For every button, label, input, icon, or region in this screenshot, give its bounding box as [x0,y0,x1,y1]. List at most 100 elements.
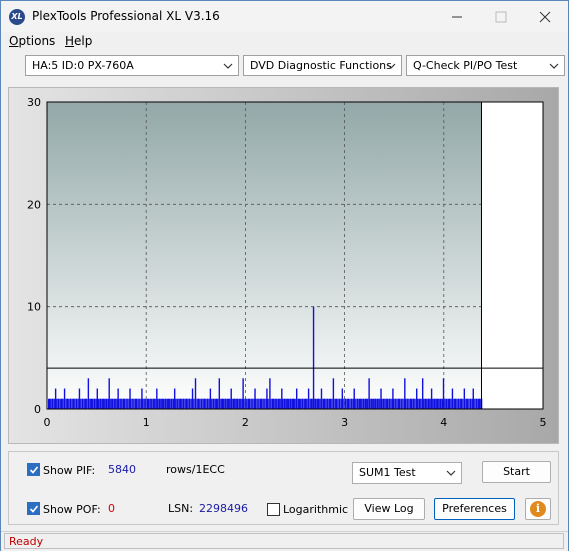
pi-bar-baseline [390,398,392,409]
pi-bar-baseline [343,398,345,409]
pi-bar-baseline [112,398,114,409]
pi-bar-baseline [276,398,278,409]
pi-bar-baseline [462,398,464,409]
pi-bar-baseline [418,398,420,409]
pi-bar-baseline [381,398,383,409]
pi-bar-baseline [458,398,460,409]
pi-bar-baseline [67,398,69,409]
pi-bar-baseline [358,398,360,409]
pi-bar-baseline [314,398,316,409]
show-pof-checkbox[interactable] [27,502,40,515]
pi-bar-baseline [412,398,414,409]
menu-options-rest: ptions [18,34,56,48]
pi-bar-baseline [159,398,161,409]
status-bar: Ready [1,531,568,551]
close-button[interactable] [525,5,565,27]
pi-bar-baseline [309,398,311,409]
pi-bar-baseline [352,398,354,409]
view-log-button-label: View Log [364,502,414,515]
pi-bar-baseline [111,398,113,409]
info-button[interactable]: i [525,498,551,520]
pi-bar-baseline [139,398,141,409]
test-select[interactable]: Q-Check PI/PO Test [406,55,565,76]
pi-bar-baseline [243,398,245,409]
pi-bar-baseline [239,398,241,409]
pi-bar-baseline [94,398,96,409]
pi-bar-baseline [294,398,296,409]
checkmark-icon [29,505,39,513]
pi-bar-baseline [87,398,89,409]
pi-bar-baseline [163,398,165,409]
checkmark-icon [29,466,39,474]
pi-bar-baseline [415,398,417,409]
pi-bar-baseline [271,398,273,409]
pi-bar-baseline [153,398,155,409]
pi-bar-baseline [253,398,255,409]
pi-bar-baseline [234,398,236,409]
pi-bar-baseline [184,398,186,409]
chevron-down-icon [549,63,559,69]
pi-bar-baseline [106,398,108,409]
pi-bar-baseline [389,398,391,409]
pi-bar-baseline [103,398,105,409]
pi-bar-baseline [325,398,327,409]
pi-bar-baseline [65,398,67,409]
pi-bar-baseline [334,398,336,409]
pi-bar-baseline [143,398,145,409]
pi-bar-baseline [257,398,259,409]
minimize-button[interactable] [437,5,477,27]
pi-bar-baseline [383,398,385,409]
pi-bar-baseline [249,398,251,409]
menu-help[interactable]: Help [65,34,92,48]
pi-bar-baseline [247,398,249,409]
pi-bar-baseline [133,398,135,409]
pi-bar-baseline [289,398,291,409]
pi-bar-baseline [108,398,110,409]
pi-bar-baseline [397,398,399,409]
pi-bar-baseline [463,398,465,409]
show-pif-checkbox[interactable] [27,463,40,476]
pi-bar-baseline [63,398,65,409]
pi-bar-baseline [469,398,471,409]
pif-value: 5840 [108,463,136,476]
logarithmic-checkbox[interactable] [267,503,280,516]
pi-bar-baseline [180,398,182,409]
x-tick-label: 3 [341,416,348,429]
pi-bar-baseline [465,398,467,409]
view-log-button[interactable]: View Log [353,498,425,520]
menu-options[interactable]: Options [9,34,55,48]
pi-bar-baseline [403,398,405,409]
pi-bar-baseline [56,398,58,409]
pi-bar-baseline [162,398,164,409]
pi-bar-baseline [137,398,139,409]
pi-bar-baseline [438,398,440,409]
pi-bar-baseline [268,398,270,409]
start-button[interactable]: Start [482,461,551,483]
pi-bar-baseline [344,398,346,409]
pi-bar-baseline [189,398,191,409]
pi-bar-baseline [324,398,326,409]
function-group-select[interactable]: DVD Diagnostic Functions [243,55,402,76]
pi-bar-baseline [311,398,313,409]
drive-select[interactable]: HA:5 ID:0 PX-760A [25,55,239,76]
sum-test-select[interactable]: SUM1 Test [352,462,462,484]
pi-bar-baseline [152,398,154,409]
preferences-button[interactable]: Preferences [434,498,515,520]
pi-bar-baseline [238,398,240,409]
pi-bar-baseline [214,398,216,409]
pi-bar-baseline [233,398,235,409]
logarithmic-label: Logarithmic [283,503,349,516]
pi-bar-baseline [76,398,78,409]
pi-bar-baseline [395,398,397,409]
pi-bar-baseline [140,398,142,409]
pi-bar-baseline [53,398,55,409]
maximize-button[interactable] [481,5,521,27]
pi-bar-baseline [326,398,328,409]
pi-bar-baseline [205,398,207,409]
pi-bar-baseline [467,398,469,409]
pi-bar-baseline [250,398,252,409]
pi-bar-baseline [258,398,260,409]
pi-bar-baseline [433,398,435,409]
pi-bar-baseline [292,398,294,409]
pi-bar-baseline [386,398,388,409]
